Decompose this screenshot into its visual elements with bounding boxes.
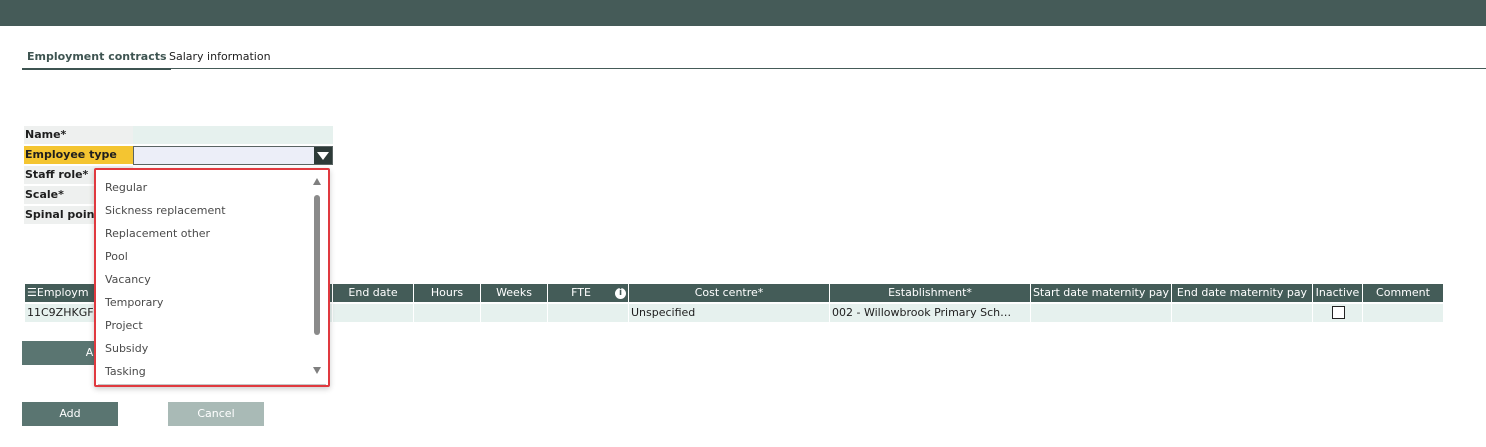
inactive-checkbox[interactable] bbox=[1332, 306, 1345, 319]
cell-weeks[interactable] bbox=[481, 304, 548, 322]
dropdown-scrollbar[interactable] bbox=[312, 178, 322, 374]
cell-inactive[interactable] bbox=[1313, 304, 1363, 322]
cell-comment[interactable] bbox=[1363, 304, 1444, 322]
info-icon[interactable]: i bbox=[615, 288, 626, 299]
cell-end-date[interactable] bbox=[333, 304, 414, 322]
menu-icon[interactable]: ☰ bbox=[27, 286, 37, 299]
column-header-comment[interactable]: Comment bbox=[1363, 284, 1444, 302]
option-subsidy[interactable]: Subsidy bbox=[105, 333, 305, 356]
cancel-button[interactable]: Cancel bbox=[168, 402, 264, 426]
cell-cost-centre[interactable]: Unspecified bbox=[629, 304, 830, 322]
name-label: Name* bbox=[24, 126, 133, 144]
top-bar bbox=[0, 0, 1486, 26]
tab-employment-contracts[interactable]: Employment contracts bbox=[22, 50, 171, 70]
chevron-down-icon[interactable] bbox=[314, 147, 332, 164]
employee-type-select[interactable] bbox=[133, 146, 333, 165]
cell-hours[interactable] bbox=[414, 304, 481, 322]
cell-establishment[interactable]: 002 - Willowbrook Primary Sch… bbox=[830, 304, 1031, 322]
name-field[interactable] bbox=[133, 126, 333, 144]
option-vacancy[interactable]: Vacancy bbox=[105, 264, 305, 287]
option-replacement-other[interactable]: Replacement other bbox=[105, 218, 305, 241]
dropdown-options: Regular Sickness replacement Replacement… bbox=[105, 172, 305, 379]
add-button[interactable]: Add bbox=[22, 402, 118, 426]
option-tasking[interactable]: Tasking bbox=[105, 356, 305, 379]
tab-bar: Employment contracts Salary information bbox=[22, 48, 1486, 70]
option-project[interactable]: Project bbox=[105, 310, 305, 333]
option-temporary[interactable]: Temporary bbox=[105, 287, 305, 310]
column-header-establishment[interactable]: Establishment* bbox=[830, 284, 1031, 302]
column-header-start-maternity[interactable]: Start date maternity pay bbox=[1031, 284, 1172, 302]
column-header-fte[interactable]: FTE i bbox=[548, 284, 629, 302]
dropdown-divider bbox=[98, 384, 326, 385]
employee-type-row: Employee type bbox=[24, 146, 334, 166]
column-header-end-date[interactable]: End date bbox=[333, 284, 414, 302]
option-sickness-replacement[interactable]: Sickness replacement bbox=[105, 195, 305, 218]
option-pool[interactable]: Pool bbox=[105, 241, 305, 264]
scrollbar-thumb[interactable] bbox=[314, 195, 320, 335]
employee-type-label: Employee type bbox=[24, 146, 133, 164]
cell-fte[interactable] bbox=[548, 304, 629, 322]
scroll-down-icon[interactable] bbox=[313, 367, 321, 374]
employee-type-dropdown: Regular Sickness replacement Replacement… bbox=[94, 168, 330, 387]
scroll-up-icon[interactable] bbox=[313, 178, 321, 185]
column-header-hours[interactable]: Hours bbox=[414, 284, 481, 302]
column-header-inactive[interactable]: Inactive bbox=[1313, 284, 1363, 302]
column-header-cost-centre[interactable]: Cost centre* bbox=[629, 284, 830, 302]
option-regular[interactable]: Regular bbox=[105, 172, 305, 195]
cell-start-maternity[interactable] bbox=[1031, 304, 1172, 322]
column-header-weeks[interactable]: Weeks bbox=[481, 284, 548, 302]
column-header-end-maternity[interactable]: End date maternity pay bbox=[1172, 284, 1313, 302]
name-row: Name* bbox=[24, 126, 334, 146]
cell-end-maternity[interactable] bbox=[1172, 304, 1313, 322]
tab-salary-information[interactable]: Salary information bbox=[169, 50, 271, 63]
